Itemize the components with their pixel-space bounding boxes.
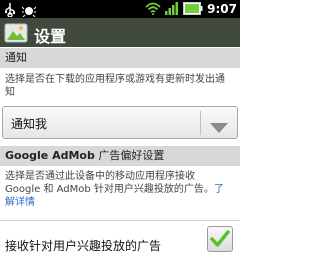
- page-title: 设置: [34, 27, 67, 46]
- admob-header-bold: Google AdMob: [5, 149, 95, 162]
- check-mark-icon: [210, 230, 230, 247]
- chevron-down-icon: [210, 118, 228, 137]
- admob-description-text: 选择是否通过此设备中的移动应用程序接收 Google 和 AdMob 针对用户兴…: [5, 171, 214, 195]
- divider: [0, 220, 240, 221]
- signal-icon: [165, 0, 179, 19]
- market-app-icon: [4, 22, 28, 47]
- notification-description: 选择是否在下载的应用程序或游戏有更新时发出通知: [5, 74, 225, 98]
- spinner-divider: [200, 111, 201, 135]
- status-bar: 9:07: [0, 0, 240, 18]
- admob-section-header: Google AdMob 广告偏好设置: [0, 146, 240, 166]
- spinner-selected-value: 通知我: [11, 117, 48, 131]
- admob-description: 选择是否通过此设备中的移动应用程序接收 Google 和 AdMob 针对用户兴…: [5, 170, 233, 209]
- title-bar: 设置: [0, 18, 240, 47]
- battery-icon: [183, 0, 203, 19]
- wifi-icon: [145, 0, 161, 19]
- admob-header-normal: 广告偏好设置: [94, 149, 165, 162]
- interest-ads-label: 接收针对用户兴趣投放的广告: [5, 239, 162, 253]
- interest-ads-checkbox[interactable]: [207, 226, 233, 252]
- notification-section-header: 通知: [0, 48, 240, 68]
- clock-time: 9:07: [207, 2, 237, 16]
- notification-spinner[interactable]: 通知我: [2, 106, 238, 139]
